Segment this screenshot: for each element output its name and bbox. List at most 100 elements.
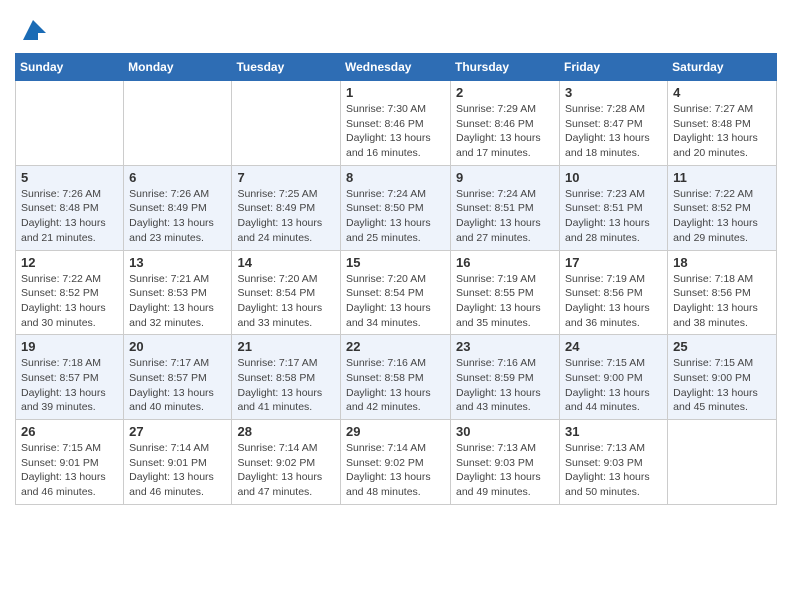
day-info: Sunrise: 7:17 AMSunset: 8:58 PMDaylight:… [237, 356, 335, 415]
day-number: 20 [129, 339, 226, 354]
day-number: 2 [456, 85, 554, 100]
day-info: Sunrise: 7:24 AMSunset: 8:50 PMDaylight:… [346, 187, 445, 246]
page-header [15, 15, 777, 45]
day-number: 19 [21, 339, 118, 354]
calendar-cell: 3Sunrise: 7:28 AMSunset: 8:47 PMDaylight… [560, 81, 668, 166]
day-info: Sunrise: 7:19 AMSunset: 8:56 PMDaylight:… [565, 272, 662, 331]
day-info: Sunrise: 7:20 AMSunset: 8:54 PMDaylight:… [346, 272, 445, 331]
calendar-week-row: 12Sunrise: 7:22 AMSunset: 8:52 PMDayligh… [16, 250, 777, 335]
calendar-week-row: 1 Sunrise: 7:30 AMSunset: 8:46 PMDaylight… [16, 81, 777, 166]
day-info: Sunrise: 7:19 AMSunset: 8:55 PMDaylight:… [456, 272, 554, 331]
day-info: Sunrise: 7:24 AMSunset: 8:51 PMDaylight:… [456, 187, 554, 246]
day-info: Sunrise: 7:26 AMSunset: 8:48 PMDaylight:… [21, 187, 118, 246]
calendar-cell [16, 81, 124, 166]
day-info: Sunrise: 7:13 AMSunset: 9:03 PMDaylight:… [456, 441, 554, 500]
weekday-header: Wednesday [341, 54, 451, 81]
calendar-cell: 15 Sunrise: 7:20 AMSunset: 8:54 PMDayligh… [341, 250, 451, 335]
day-info: Sunrise: 7:14 AMSunset: 9:02 PMDaylight:… [346, 441, 445, 500]
day-info: Sunrise: 7:15 AMSunset: 9:01 PMDaylight:… [21, 441, 118, 500]
day-info: Sunrise: 7:30 AMSunset: 8:46 PMDaylight:… [346, 102, 445, 161]
calendar-cell: 7Sunrise: 7:25 AMSunset: 8:49 PMDaylight… [232, 165, 341, 250]
calendar-cell: 13Sunrise: 7:21 AMSunset: 8:53 PMDayligh… [124, 250, 232, 335]
day-info: Sunrise: 7:25 AMSunset: 8:49 PMDaylight:… [237, 187, 335, 246]
day-number: 28 [237, 424, 335, 439]
logo [15, 15, 48, 45]
weekday-header: Tuesday [232, 54, 341, 81]
calendar-cell: 14 Sunrise: 7:20 AMSunset: 8:54 PMDayligh… [232, 250, 341, 335]
day-info: Sunrise: 7:16 AMSunset: 8:59 PMDaylight:… [456, 356, 554, 415]
day-number: 8 [346, 170, 445, 185]
calendar-week-row: 26 Sunrise: 7:15 AMSunset: 9:01 PMDayligh… [16, 420, 777, 505]
calendar-cell: 2 Sunrise: 7:29 AMSunset: 8:46 PMDaylight… [451, 81, 560, 166]
day-number: 24 [565, 339, 662, 354]
day-info: Sunrise: 7:23 AMSunset: 8:51 PMDaylight:… [565, 187, 662, 246]
calendar-cell: 16 Sunrise: 7:19 AMSunset: 8:55 PMDayligh… [451, 250, 560, 335]
calendar-cell: 20 Sunrise: 7:17 AMSunset: 8:57 PMDayligh… [124, 335, 232, 420]
calendar-cell [232, 81, 341, 166]
calendar-cell: 4 Sunrise: 7:27 AMSunset: 8:48 PMDaylight… [668, 81, 777, 166]
day-number: 10 [565, 170, 662, 185]
weekday-header: Thursday [451, 54, 560, 81]
calendar-cell: 27 Sunrise: 7:14 AMSunset: 9:01 PMDayligh… [124, 420, 232, 505]
day-info: Sunrise: 7:14 AMSunset: 9:02 PMDaylight:… [237, 441, 335, 500]
calendar-cell: 5Sunrise: 7:26 AMSunset: 8:48 PMDaylight… [16, 165, 124, 250]
day-number: 30 [456, 424, 554, 439]
calendar-cell: 30 Sunrise: 7:13 AMSunset: 9:03 PMDayligh… [451, 420, 560, 505]
day-number: 9 [456, 170, 554, 185]
calendar-cell: 17 Sunrise: 7:19 AMSunset: 8:56 PMDayligh… [560, 250, 668, 335]
day-number: 16 [456, 255, 554, 270]
day-info: Sunrise: 7:15 AMSunset: 9:00 PMDaylight:… [673, 356, 771, 415]
day-info: Sunrise: 7:29 AMSunset: 8:46 PMDaylight:… [456, 102, 554, 161]
day-number: 18 [673, 255, 771, 270]
calendar-week-row: 5Sunrise: 7:26 AMSunset: 8:48 PMDaylight… [16, 165, 777, 250]
day-number: 1 [346, 85, 445, 100]
calendar-cell: 19 Sunrise: 7:18 AMSunset: 8:57 PMDayligh… [16, 335, 124, 420]
calendar-cell: 23 Sunrise: 7:16 AMSunset: 8:59 PMDayligh… [451, 335, 560, 420]
calendar-table: SundayMondayTuesdayWednesdayThursdayFrid… [15, 53, 777, 505]
day-info: Sunrise: 7:18 AMSunset: 8:56 PMDaylight:… [673, 272, 771, 331]
calendar-cell: 26 Sunrise: 7:15 AMSunset: 9:01 PMDayligh… [16, 420, 124, 505]
day-number: 6 [129, 170, 226, 185]
calendar-cell: 10 Sunrise: 7:23 AMSunset: 8:51 PMDayligh… [560, 165, 668, 250]
calendar-cell: 18 Sunrise: 7:18 AMSunset: 8:56 PMDayligh… [668, 250, 777, 335]
day-info: Sunrise: 7:17 AMSunset: 8:57 PMDaylight:… [129, 356, 226, 415]
day-number: 14 [237, 255, 335, 270]
day-info: Sunrise: 7:20 AMSunset: 8:54 PMDaylight:… [237, 272, 335, 331]
day-number: 17 [565, 255, 662, 270]
calendar-cell: 28 Sunrise: 7:14 AMSunset: 9:02 PMDayligh… [232, 420, 341, 505]
day-info: Sunrise: 7:13 AMSunset: 9:03 PMDaylight:… [565, 441, 662, 500]
day-info: Sunrise: 7:22 AMSunset: 8:52 PMDaylight:… [673, 187, 771, 246]
calendar-cell [668, 420, 777, 505]
day-number: 4 [673, 85, 771, 100]
logo-icon [18, 15, 48, 45]
calendar-cell: 25Sunrise: 7:15 AMSunset: 9:00 PMDayligh… [668, 335, 777, 420]
day-number: 11 [673, 170, 771, 185]
day-info: Sunrise: 7:26 AMSunset: 8:49 PMDaylight:… [129, 187, 226, 246]
day-number: 3 [565, 85, 662, 100]
day-number: 29 [346, 424, 445, 439]
day-info: Sunrise: 7:18 AMSunset: 8:57 PMDaylight:… [21, 356, 118, 415]
weekday-header: Friday [560, 54, 668, 81]
calendar-cell: 24 Sunrise: 7:15 AMSunset: 9:00 PMDayligh… [560, 335, 668, 420]
weekday-header: Saturday [668, 54, 777, 81]
day-info: Sunrise: 7:27 AMSunset: 8:48 PMDaylight:… [673, 102, 771, 161]
day-number: 15 [346, 255, 445, 270]
day-number: 26 [21, 424, 118, 439]
weekday-header-row: SundayMondayTuesdayWednesdayThursdayFrid… [16, 54, 777, 81]
day-number: 31 [565, 424, 662, 439]
day-info: Sunrise: 7:21 AMSunset: 8:53 PMDaylight:… [129, 272, 226, 331]
calendar-cell [124, 81, 232, 166]
calendar-cell: 11 Sunrise: 7:22 AMSunset: 8:52 PMDayligh… [668, 165, 777, 250]
calendar-week-row: 19 Sunrise: 7:18 AMSunset: 8:57 PMDayligh… [16, 335, 777, 420]
calendar-cell: 6 Sunrise: 7:26 AMSunset: 8:49 PMDaylight… [124, 165, 232, 250]
day-number: 27 [129, 424, 226, 439]
weekday-header: Monday [124, 54, 232, 81]
weekday-header: Sunday [16, 54, 124, 81]
day-number: 23 [456, 339, 554, 354]
calendar-cell: 9 Sunrise: 7:24 AMSunset: 8:51 PMDaylight… [451, 165, 560, 250]
calendar-cell: 12Sunrise: 7:22 AMSunset: 8:52 PMDayligh… [16, 250, 124, 335]
day-number: 22 [346, 339, 445, 354]
calendar-cell: 29 Sunrise: 7:14 AMSunset: 9:02 PMDayligh… [341, 420, 451, 505]
day-info: Sunrise: 7:14 AMSunset: 9:01 PMDaylight:… [129, 441, 226, 500]
day-info: Sunrise: 7:15 AMSunset: 9:00 PMDaylight:… [565, 356, 662, 415]
